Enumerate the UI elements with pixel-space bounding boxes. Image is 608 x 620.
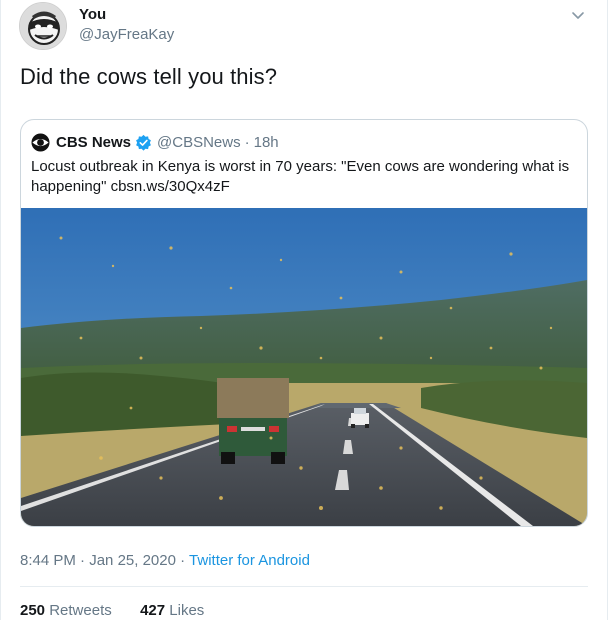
divider — [20, 586, 588, 587]
verified-badge-icon — [136, 134, 151, 151]
tweet-time[interactable]: 8:44 PM — [20, 552, 76, 569]
locust-swarm-road-photo[interactable] — [21, 208, 587, 526]
tweet-source-link[interactable]: Twitter for Android — [189, 552, 310, 569]
tweet-card: You @JayFreaKay Did the cows tell you th… — [0, 0, 608, 620]
quoted-author-handle[interactable]: @CBSNews — [157, 134, 241, 151]
cbs-eye-logo-icon — [31, 132, 50, 152]
separator-dot: · — [180, 552, 186, 569]
likes-label: Likes — [169, 602, 205, 619]
tweet-text: Did the cows tell you this? — [20, 64, 278, 89]
likes-count: 427 — [140, 602, 166, 619]
separator-dot: · — [80, 552, 86, 569]
quoted-tweet-text: Locust outbreak in Kenya is worst in 70 … — [31, 158, 570, 195]
author-avatar[interactable] — [19, 2, 67, 50]
retweets-label: Retweets — [49, 602, 112, 619]
police-truck — [217, 378, 289, 464]
tweet-stats: 250 Retweets 427 Likes — [20, 602, 204, 619]
quoted-tweet-header: CBS News @CBSNews · 18h — [31, 132, 279, 152]
tweet-date[interactable]: Jan 25, 2020 — [89, 552, 176, 569]
quoted-author-name[interactable]: CBS News — [56, 134, 131, 151]
chevron-down-icon[interactable] — [569, 6, 587, 24]
quoted-tweet-time[interactable]: 18h — [254, 134, 279, 151]
likes-stat[interactable]: 427 Likes — [140, 602, 204, 619]
retweets-count: 250 — [20, 602, 46, 619]
retweets-stat[interactable]: 250 Retweets — [20, 602, 112, 619]
tweet-meta: 8:44 PM · Jan 25, 2020 · Twitter for And… — [20, 552, 310, 569]
author-handle[interactable]: @JayFreaKay — [79, 26, 174, 43]
masked-character-avatar-icon — [20, 3, 66, 49]
author-name[interactable]: You — [79, 6, 106, 23]
quoted-tweet[interactable]: CBS News @CBSNews · 18h Locust outbreak … — [20, 119, 588, 527]
separator-dot: · — [244, 133, 250, 151]
